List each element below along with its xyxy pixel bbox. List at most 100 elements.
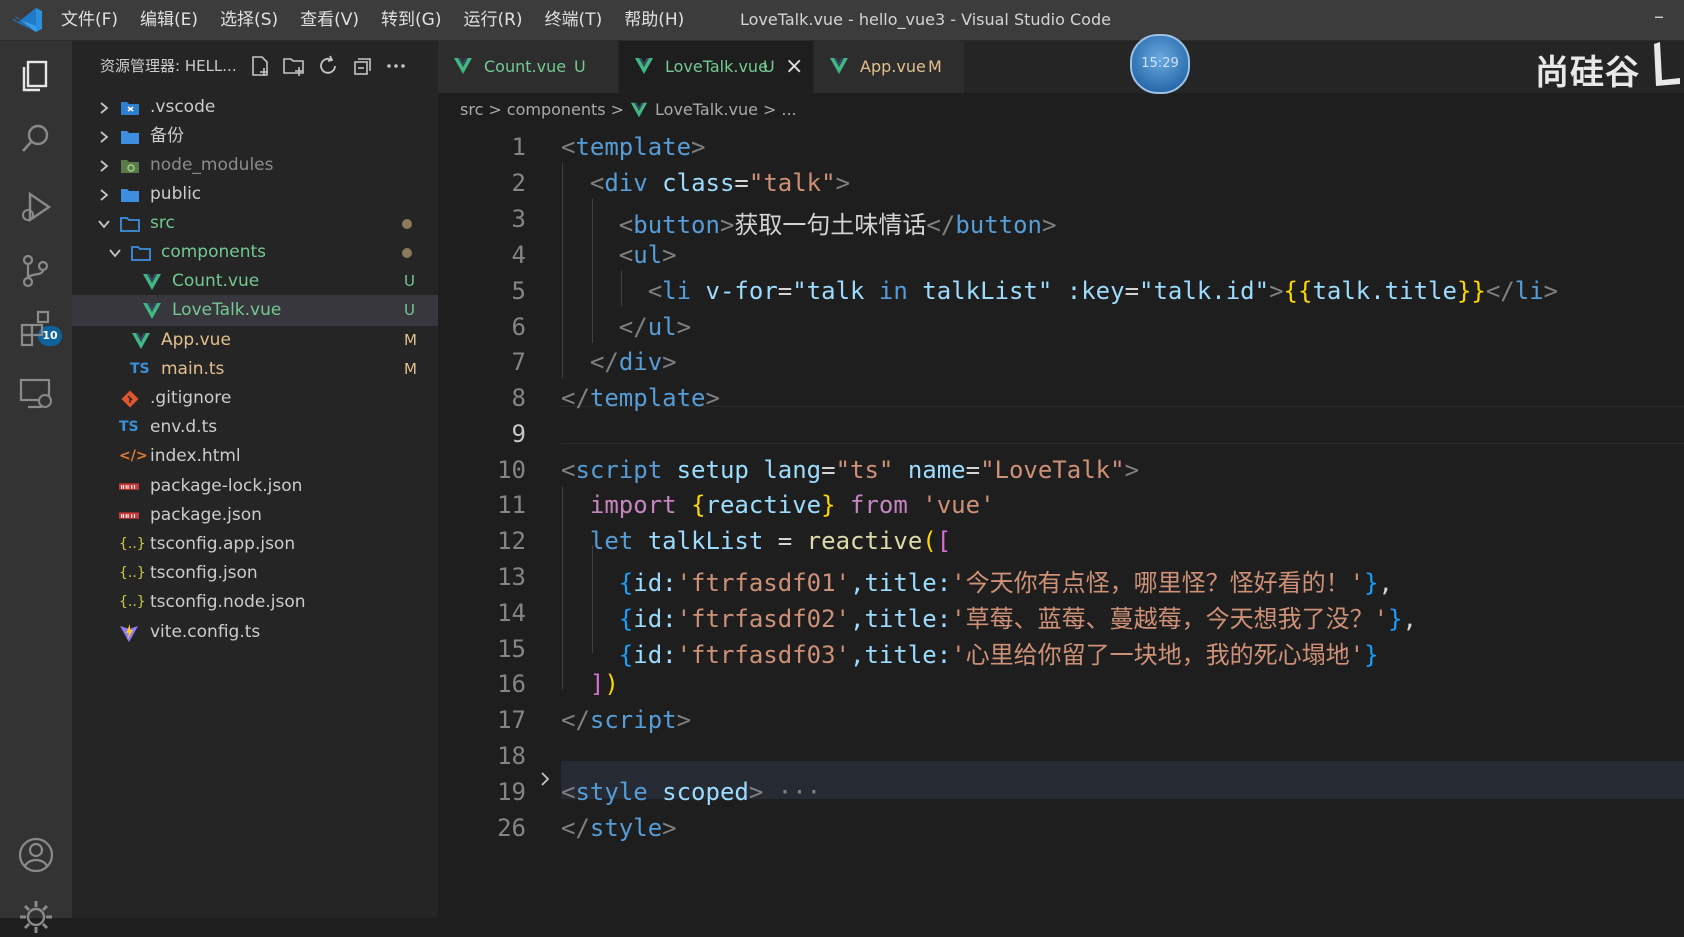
git-status-badge: U xyxy=(404,272,415,290)
git-status-dot xyxy=(402,248,412,258)
tree-item-app-vue[interactable]: App.vue M xyxy=(72,325,438,356)
chevron-right-icon: > xyxy=(610,100,625,119)
vscode-folder-icon xyxy=(121,102,139,115)
explorer-header: 资源管理器: HELL... xyxy=(72,41,438,91)
typescript-icon: TS xyxy=(119,419,139,435)
menu-edit[interactable]: 编辑(E) xyxy=(129,0,209,40)
line-number: 16 xyxy=(497,670,526,698)
code-line-17: </script> xyxy=(561,706,692,734)
vue-icon xyxy=(454,58,472,74)
explorer-title: 资源管理器: HELL... xyxy=(100,57,237,75)
remote-explorer-icon[interactable] xyxy=(16,373,56,413)
menu-selection[interactable]: 选择(S) xyxy=(209,0,289,40)
tab-label: Count.vue xyxy=(484,57,567,76)
tree-item-public[interactable]: public xyxy=(72,179,438,210)
tree-item-label: index.html xyxy=(150,446,241,466)
tree-item-components[interactable]: components xyxy=(72,237,438,268)
code-line-11: import {reactive} from 'vue' xyxy=(589,491,995,519)
line-number: 5 xyxy=(511,277,526,305)
vue-icon xyxy=(630,102,648,118)
new-file-icon[interactable] xyxy=(248,54,272,78)
code-editor[interactable]: 1 2 3 4 5 6 7 8 9 10 11 12 13 14 15 16 1… xyxy=(438,127,1684,918)
tree-item-package-json[interactable]: package.json xyxy=(72,500,438,531)
tab-label: LoveTalk.vue xyxy=(665,57,768,76)
run-debug-icon[interactable] xyxy=(16,187,56,227)
tree-item-count-vue[interactable]: Count.vue U xyxy=(72,266,438,297)
line-number: 7 xyxy=(511,348,526,376)
json-icon: {..} xyxy=(119,565,146,581)
chevron-down-icon xyxy=(98,220,110,229)
breadcrumb-file[interactable]: LoveTalk.vue xyxy=(655,93,758,127)
tree-item-src[interactable]: src xyxy=(72,208,438,239)
tree-item-vscode[interactable]: .vscode xyxy=(72,92,438,123)
minimize-icon[interactable]: – xyxy=(1654,4,1664,28)
menu-view[interactable]: 查看(V) xyxy=(289,0,370,40)
tree-item-label: Count.vue xyxy=(172,271,260,291)
refresh-icon[interactable] xyxy=(316,54,340,78)
vue-icon xyxy=(143,303,161,319)
account-icon[interactable] xyxy=(16,835,56,875)
tree-item-label: package.json xyxy=(150,505,262,525)
tree-item-label: tsconfig.json xyxy=(150,563,258,583)
settings-gear-icon[interactable] xyxy=(16,897,56,937)
fold-chevron-right-icon[interactable] xyxy=(538,771,552,787)
editor-tab-bar: Count.vue U LoveTalk.vue U × App.vue M xyxy=(438,41,1684,93)
tree-item-label: LoveTalk.vue xyxy=(172,300,282,320)
line-number: 6 xyxy=(511,313,526,341)
vue-icon xyxy=(635,58,653,74)
close-icon[interactable]: × xyxy=(785,41,803,93)
breadcrumb-components[interactable]: components xyxy=(507,93,606,127)
tree-item-env-d-ts[interactable]: TS env.d.ts xyxy=(72,412,438,443)
tree-item-label: package-lock.json xyxy=(150,476,303,496)
tree-item-gitignore[interactable]: .gitignore xyxy=(72,383,438,414)
title-bar: 文件(F) 编辑(E) 选择(S) 查看(V) 转到(G) 运行(R) 终端(T… xyxy=(0,0,1684,41)
chevron-right-icon: > xyxy=(762,100,777,119)
tab-lovetalk-vue[interactable]: LoveTalk.vue U × xyxy=(619,41,814,93)
code-line-4: <ul> xyxy=(618,241,677,269)
tree-item-vite-config-ts[interactable]: vite.config.ts xyxy=(72,617,438,648)
tree-item-tsconfig-json[interactable]: {..} tsconfig.json xyxy=(72,558,438,589)
chevron-right-icon xyxy=(100,131,109,143)
typescript-icon: TS xyxy=(130,361,150,377)
menu-go[interactable]: 转到(G) xyxy=(370,0,452,40)
menu-terminal[interactable]: 终端(T) xyxy=(534,0,614,40)
tree-item-package-lock-json[interactable]: package-lock.json xyxy=(72,471,438,502)
search-icon[interactable] xyxy=(16,119,56,159)
json-icon: {..} xyxy=(119,536,146,552)
code-line-12: let talkList = reactive([ xyxy=(589,527,952,555)
code-line-14: {id:'ftrfasdf02',title:'草莓、蓝莓、蔓越莓，今天想我了没… xyxy=(618,605,1417,633)
chevron-right-icon xyxy=(100,102,109,114)
tree-item-tsconfig-app-json[interactable]: {..} tsconfig.app.json xyxy=(72,529,438,560)
source-control-icon[interactable] xyxy=(16,251,56,291)
vue-icon xyxy=(830,58,848,74)
line-number: 4 xyxy=(511,241,526,269)
tree-item-tsconfig-node-json[interactable]: {..} tsconfig.node.json xyxy=(72,587,438,618)
tree-item-label: components xyxy=(161,242,267,262)
tree-item-label: vite.config.ts xyxy=(150,622,261,642)
tree-item-label: .vscode xyxy=(150,97,216,117)
line-number: 13 xyxy=(497,563,526,591)
tab-app-vue[interactable]: App.vue M xyxy=(814,41,965,93)
more-actions-icon[interactable] xyxy=(384,54,408,78)
git-status-badge: M xyxy=(404,360,417,378)
tree-item-node-modules[interactable]: node_modules xyxy=(72,150,438,181)
collapse-all-icon[interactable] xyxy=(350,54,374,78)
breadcrumb-symbol[interactable]: ... xyxy=(781,93,796,127)
breadcrumb-src[interactable]: src xyxy=(460,93,483,127)
git-status-dot xyxy=(402,219,412,229)
menu-run[interactable]: 运行(R) xyxy=(452,0,533,40)
menu-help[interactable]: 帮助(H) xyxy=(613,0,695,40)
new-folder-icon[interactable] xyxy=(282,54,306,78)
extensions-icon[interactable] xyxy=(16,307,56,347)
tab-count-vue[interactable]: Count.vue U xyxy=(438,41,619,93)
code-line-1: <template> xyxy=(561,133,706,161)
tree-item-backup[interactable]: 备份 xyxy=(72,121,438,152)
tree-item-label: .gitignore xyxy=(150,388,232,408)
tree-item-main-ts[interactable]: TS main.ts M xyxy=(72,354,438,385)
tree-item-lovetalk-vue[interactable]: LoveTalk.vue U xyxy=(72,295,438,326)
explorer-icon[interactable] xyxy=(16,53,56,93)
menu-bar: 文件(F) 编辑(E) 选择(S) 查看(V) 转到(G) 运行(R) 终端(T… xyxy=(50,0,695,40)
menu-file[interactable]: 文件(F) xyxy=(50,0,129,40)
tree-item-index-html[interactable]: </> index.html xyxy=(72,441,438,472)
